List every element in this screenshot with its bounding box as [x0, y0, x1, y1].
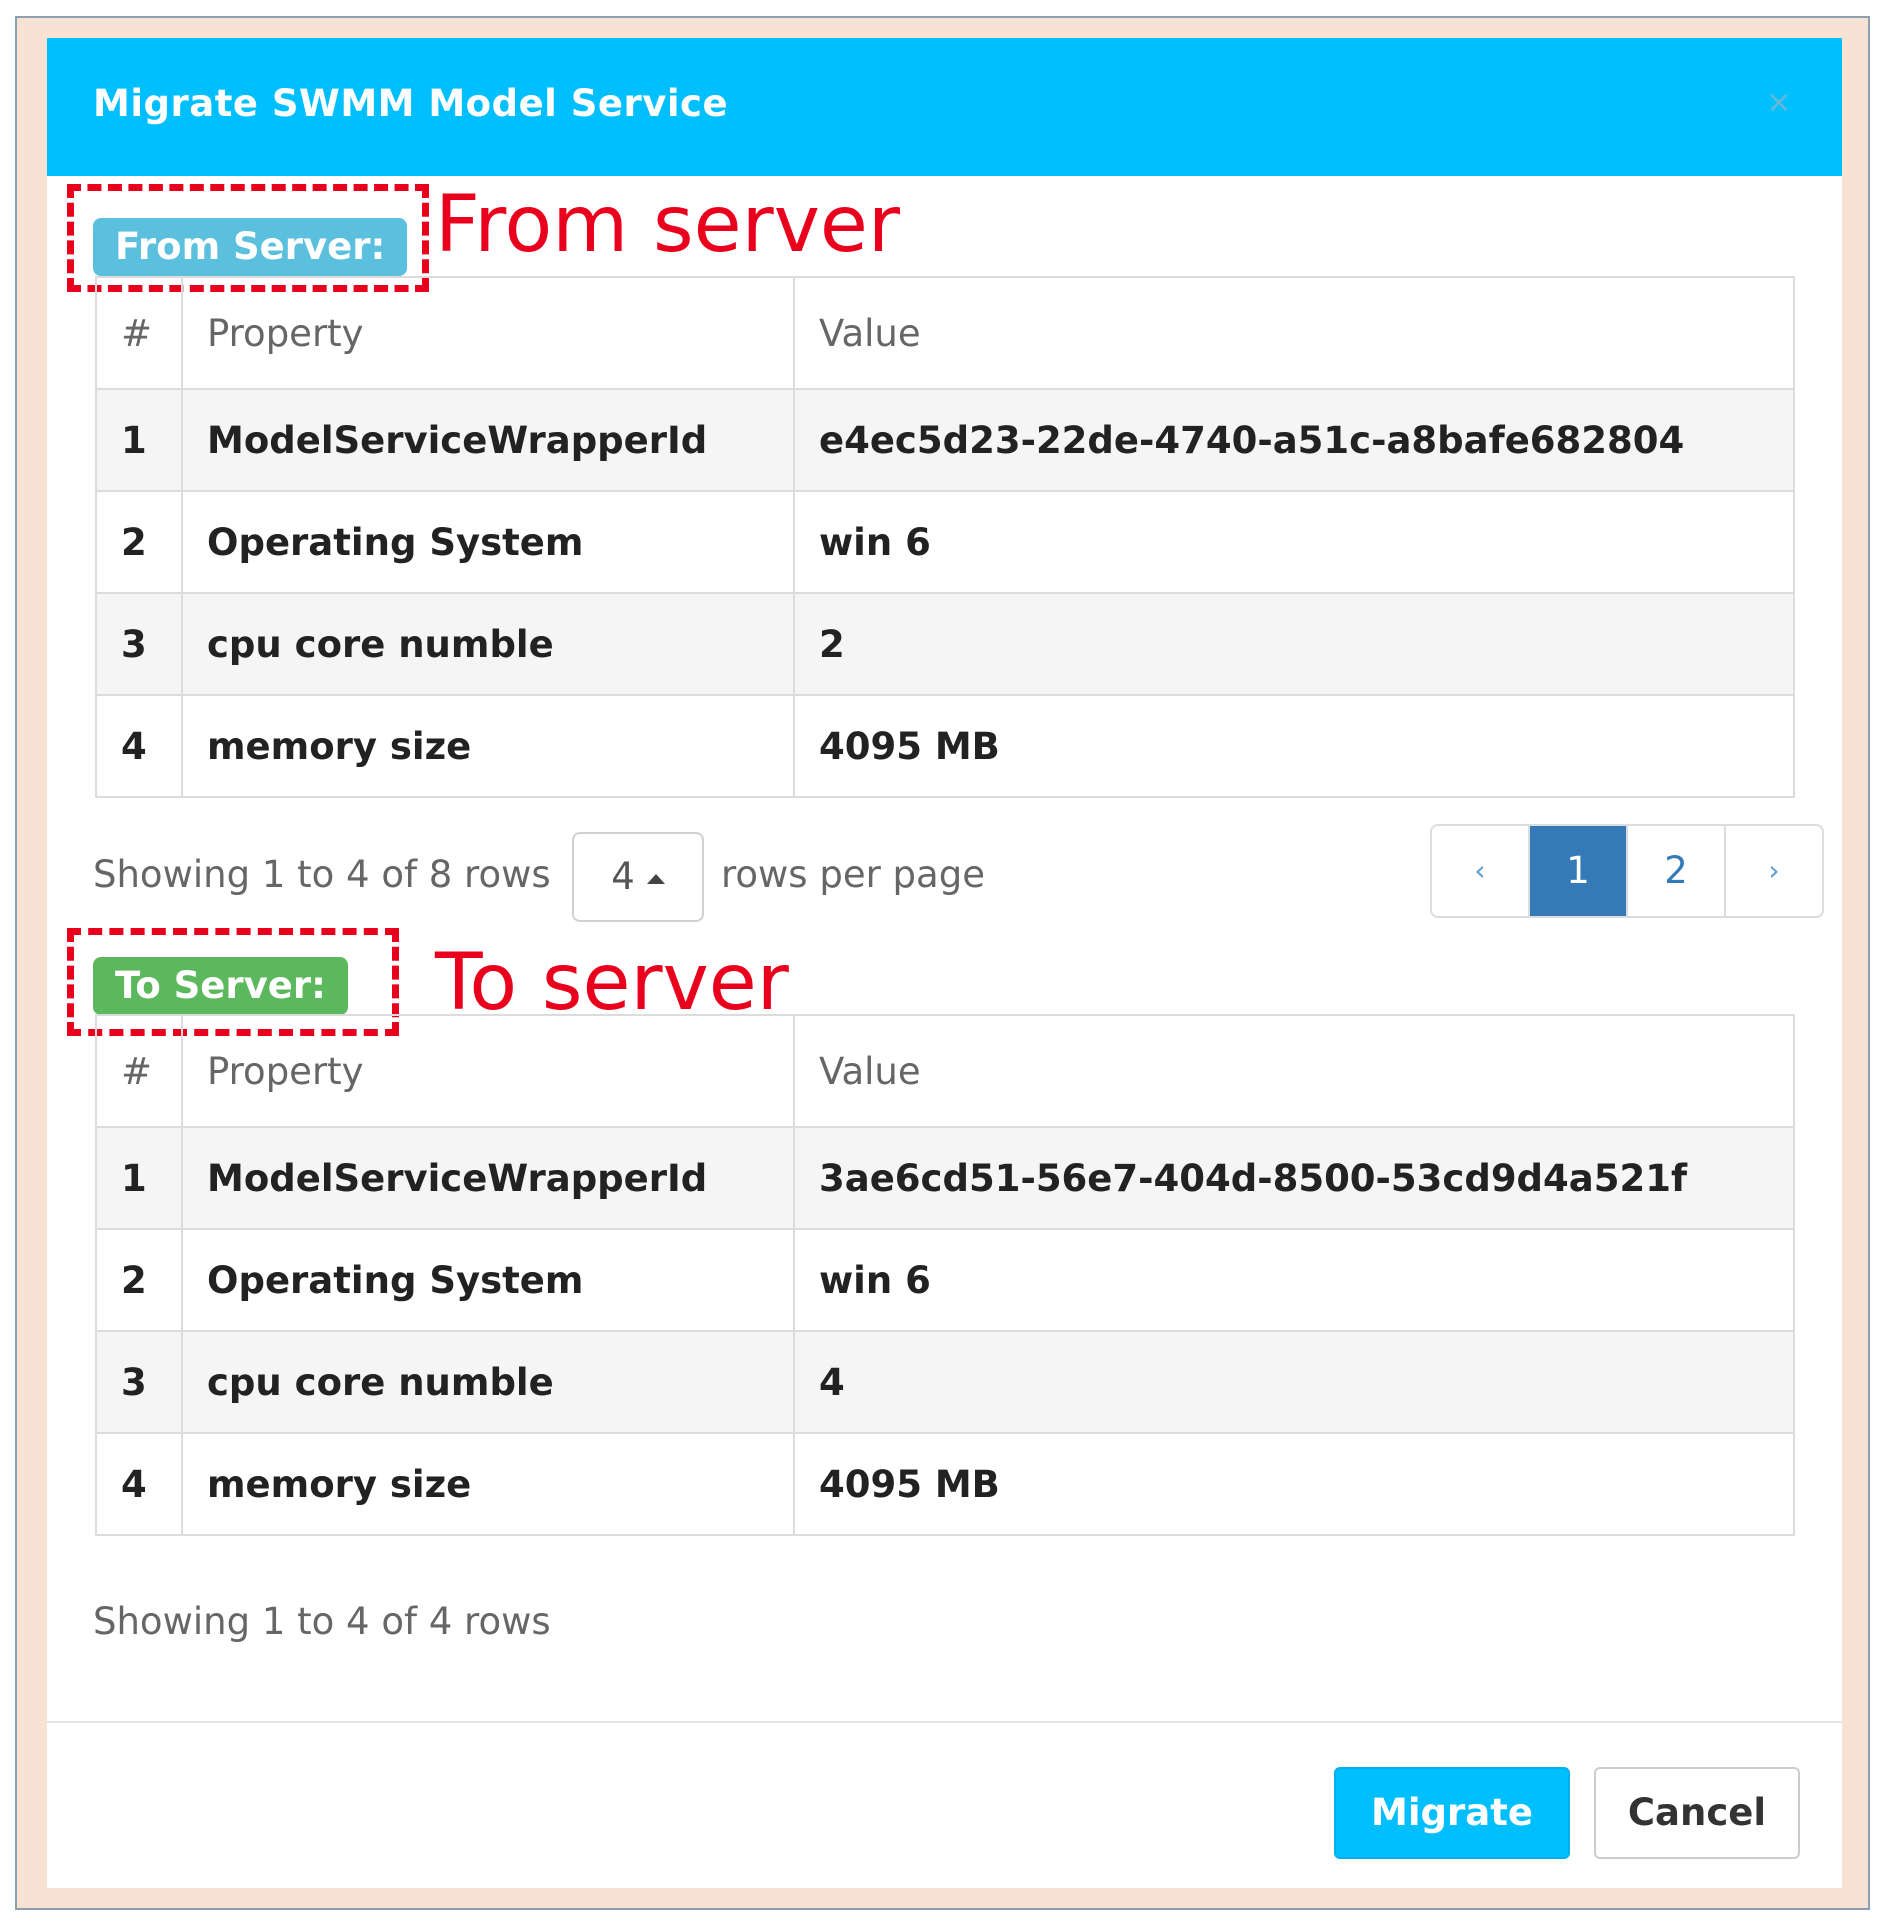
- table-row: 3 cpu core numble 2: [95, 592, 1795, 696]
- pagination: ‹ 1 2 ›: [1430, 824, 1824, 918]
- row-number: 2: [95, 490, 183, 594]
- table-row: 3 cpu core numble 4: [95, 1330, 1795, 1434]
- row-number: 2: [95, 1228, 183, 1332]
- page-next-button[interactable]: ›: [1726, 826, 1822, 916]
- column-header-value[interactable]: Value: [793, 1014, 1795, 1128]
- property-cell: ModelServiceWrapperId: [181, 1126, 795, 1230]
- close-icon[interactable]: ×: [1764, 88, 1794, 118]
- table-row: 4 memory size 4095 MB: [95, 1432, 1795, 1536]
- to-server-table: # Property Value 1 ModelServiceWrapperId…: [95, 1014, 1795, 1536]
- column-header-property[interactable]: Property: [181, 1014, 795, 1128]
- modal-title: Migrate SWMM Model Service: [93, 82, 729, 125]
- rows-per-page-label: rows per page: [721, 853, 985, 896]
- migrate-modal: Migrate SWMM Model Service × From Server…: [47, 38, 1842, 1888]
- from-server-annotation: From server: [435, 180, 900, 270]
- page-size-dropdown[interactable]: 4: [572, 832, 704, 922]
- page-size-value: 4: [611, 855, 635, 898]
- value-cell: win 6: [793, 490, 1795, 594]
- value-cell: 2: [793, 592, 1795, 696]
- value-cell: 4: [793, 1330, 1795, 1434]
- column-header-number[interactable]: #: [95, 1014, 183, 1128]
- footer-divider: [47, 1721, 1842, 1723]
- column-header-value[interactable]: Value: [793, 276, 1795, 390]
- property-cell: memory size: [181, 694, 795, 798]
- cancel-button[interactable]: Cancel: [1594, 1767, 1800, 1859]
- row-number: 4: [95, 1432, 183, 1536]
- property-cell: ModelServiceWrapperId: [181, 388, 795, 492]
- modal-header: Migrate SWMM Model Service ×: [47, 38, 1842, 176]
- table-row: 2 Operating System win 6: [95, 1228, 1795, 1332]
- row-number: 1: [95, 388, 183, 492]
- page-1-button[interactable]: 1: [1530, 826, 1628, 916]
- caret-up-icon: [646, 873, 665, 884]
- table-row: 1 ModelServiceWrapperId 3ae6cd51-56e7-40…: [95, 1126, 1795, 1230]
- row-number: 3: [95, 592, 183, 696]
- row-number: 4: [95, 694, 183, 798]
- column-header-number[interactable]: #: [95, 276, 183, 390]
- table-header-row: # Property Value: [95, 276, 1795, 390]
- value-cell: 4095 MB: [793, 1432, 1795, 1536]
- table-row: 4 memory size 4095 MB: [95, 694, 1795, 798]
- from-server-table: # Property Value 1 ModelServiceWrapperId…: [95, 276, 1795, 798]
- migrate-button[interactable]: Migrate: [1334, 1767, 1570, 1859]
- property-cell: Operating System: [181, 1228, 795, 1332]
- page-prev-button[interactable]: ‹: [1432, 826, 1530, 916]
- value-cell: e4ec5d23-22de-4740-a51c-a8bafe682804: [793, 388, 1795, 492]
- property-cell: cpu core numble: [181, 1330, 795, 1434]
- table-row: 1 ModelServiceWrapperId e4ec5d23-22de-47…: [95, 388, 1795, 492]
- value-cell: 4095 MB: [793, 694, 1795, 798]
- table-header-row: # Property Value: [95, 1014, 1795, 1128]
- page-2-button[interactable]: 2: [1628, 826, 1726, 916]
- value-cell: 3ae6cd51-56e7-404d-8500-53cd9d4a521f: [793, 1126, 1795, 1230]
- table-row: 2 Operating System win 6: [95, 490, 1795, 594]
- row-number: 1: [95, 1126, 183, 1230]
- row-number: 3: [95, 1330, 183, 1434]
- property-cell: Operating System: [181, 490, 795, 594]
- property-cell: cpu core numble: [181, 592, 795, 696]
- column-header-property[interactable]: Property: [181, 276, 795, 390]
- property-cell: memory size: [181, 1432, 795, 1536]
- from-pagination-info: Showing 1 to 4 of 8 rows: [93, 853, 551, 896]
- to-pagination-info: Showing 1 to 4 of 4 rows: [93, 1600, 551, 1643]
- value-cell: win 6: [793, 1228, 1795, 1332]
